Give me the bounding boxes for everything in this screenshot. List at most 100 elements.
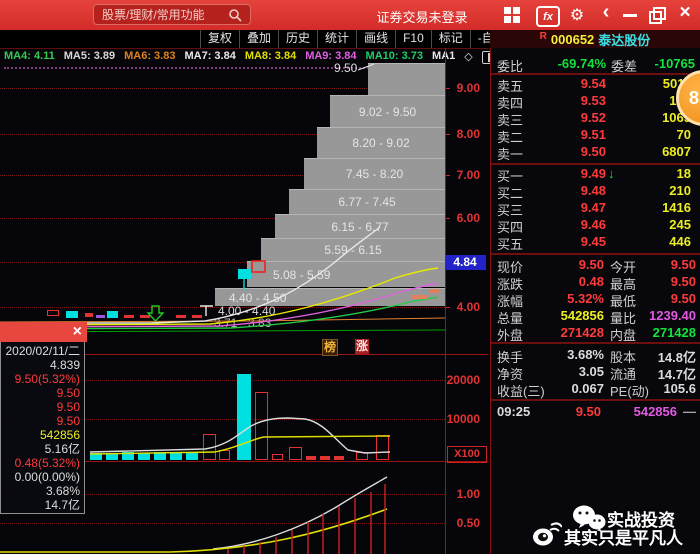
info-popup: × 2020/02/11/二 4.839 9.50(5.32%) 9.50 9.50 9.… <box>0 322 87 515</box>
stat-value: 271428 <box>560 325 604 340</box>
settings-gear-icon[interactable]: ⚙ <box>568 6 586 24</box>
axis-border <box>445 48 446 554</box>
volume-bar <box>90 453 102 460</box>
ask-price: 9.51 <box>580 127 606 142</box>
volume-bar <box>203 434 216 460</box>
weibi-value: -69.74% <box>557 56 606 71</box>
volume-bar <box>376 435 389 460</box>
search-placeholder: 股票/理财/常用功能 <box>102 8 205 22</box>
stat-row-5: 外盘 271428 内盘 271428 <box>491 325 700 343</box>
toolbar-button-1[interactable]: 复权 <box>200 30 239 48</box>
formula-fx-icon[interactable]: fx <box>536 6 560 27</box>
ask-row-2: 卖二 9.51 70 <box>491 127 700 145</box>
stat-value: 9.50 <box>578 257 604 272</box>
separator <box>491 342 700 344</box>
ind-axis-label: 0.50 <box>456 516 480 530</box>
ma-indicator-row: MA4: 4.11 MA5: 3.89 MA6: 3.83 MA7: 3.84 MA8:… <box>4 50 494 64</box>
volume-bar <box>255 392 268 460</box>
ticker-price: 9.50 <box>575 404 601 419</box>
badge-zhang[interactable]: 涨 <box>355 339 369 354</box>
mini-candle <box>107 311 118 318</box>
ask-price: 9.50 <box>580 144 606 159</box>
volume-bar <box>122 452 134 460</box>
ask-volume: 70 <box>676 127 691 142</box>
minimize-icon[interactable] <box>622 6 638 24</box>
stat-value: 0.067 <box>571 381 604 396</box>
volume-bar <box>306 456 316 460</box>
bid-volume: 18 <box>676 166 691 181</box>
stat-row-4: 总量 542856 量比 1239.40 <box>491 308 700 326</box>
stat-value: 5.32% <box>567 291 604 306</box>
stat-value: 9.50 <box>670 291 696 306</box>
ask-row-1: 卖一 9.50 6807 <box>491 144 700 162</box>
price-marker: 4.84 <box>444 255 486 270</box>
apps-grid-icon[interactable] <box>503 6 521 24</box>
ma-label-4: MA7: 3.84 <box>184 50 236 62</box>
volume-bar <box>170 453 182 460</box>
mini-candle <box>192 315 202 318</box>
mini-candle <box>66 311 78 318</box>
search-input[interactable]: 股票/理财/常用功能 <box>93 4 251 25</box>
popup-values: 2020/02/11/二 4.839 9.50(5.32%) 9.50 9.50 9.50… <box>0 342 85 514</box>
stock-name: 泰达股份 <box>598 32 651 48</box>
mini-candle <box>140 315 150 318</box>
ma-label-7: MA10: 3.73 <box>365 50 424 62</box>
down-arrow-marker-icon <box>146 305 165 323</box>
bid-row-5: 买五 9.45 446 <box>491 234 700 252</box>
bid-label: 买五 <box>497 237 524 252</box>
separator <box>491 73 700 75</box>
bid-volume: 210 <box>669 183 691 198</box>
toolbar-button-3[interactable]: 历史 <box>278 30 317 48</box>
collapse-chevron-icon[interactable]: ‹ <box>599 1 613 23</box>
bid-price: 9.45 <box>580 234 606 249</box>
stat-value: 105.6 <box>663 381 696 396</box>
ticker-volume: 542856 <box>633 404 677 419</box>
ladder-box-7: 5.59 - 6.15 <box>261 238 445 261</box>
ask-price: 9.52 <box>580 110 606 125</box>
stat-row-7: 净资 3.05 流通 14.7亿 <box>491 364 700 382</box>
weibi-row: 委比 -69.74% 委差 -10765 <box>491 56 700 74</box>
ask-row-4: 卖四9.53147 <box>491 93 700 111</box>
popup-header[interactable]: × <box>0 322 87 342</box>
popup-row-4: 9.50 <box>56 386 80 400</box>
floating-label-2: 3.71 - 3.83 <box>214 316 272 330</box>
popup-row-3: 9.50(5.32%) <box>14 372 80 386</box>
ticker-time: 09:25 <box>497 404 531 419</box>
stat-value: 3.05 <box>578 364 604 379</box>
ladder-box-5: 6.77 - 7.45 <box>289 189 445 214</box>
diamond-icon[interactable]: ◇ <box>464 50 472 63</box>
mini-candle <box>96 315 105 318</box>
vol-axis-label: 20000 <box>446 373 480 387</box>
ma-label-2: MA5: 3.89 <box>63 50 116 62</box>
ticker-dash: — <box>683 404 696 419</box>
badge-bang[interactable]: 榜 <box>322 339 338 356</box>
popup-row-9: 0.48(5.32%) <box>14 456 80 470</box>
toolbar-button-4[interactable]: 统计 <box>317 30 356 48</box>
app-window: 股票/理财/常用功能 证券交易未登录 fx ⚙ ‹ × 复权 叠加 历史 统计 画线 F1… <box>0 0 700 554</box>
ind-axis-label: 1.00 <box>456 487 480 501</box>
ask-price: 9.54 <box>580 76 606 91</box>
ind-gridline <box>0 523 445 524</box>
stat-value: 3.68% <box>567 347 604 362</box>
search-icon <box>229 8 242 22</box>
popup-close-button[interactable]: × <box>73 323 82 341</box>
toolbar-button-7[interactable]: 标记 <box>430 30 470 48</box>
close-icon[interactable]: × <box>676 2 694 23</box>
bid-row-4: 买四 9.46 245 <box>491 217 700 235</box>
separator <box>491 399 700 401</box>
stat-row-8: 收益(三) 0.067 PE(动) 105.6 <box>491 381 700 399</box>
weicha-value: -10765 <box>654 56 695 71</box>
popup-row-1: 2020/02/11/二 <box>5 344 80 358</box>
ladder-box-2: 9.02 - 9.50 <box>330 95 445 127</box>
toolbar-button-6[interactable]: F10 <box>395 30 431 48</box>
stock-header[interactable]: R 000652 泰达股份 <box>490 30 700 48</box>
login-status: 证券交易未登录 <box>376 10 468 25</box>
ma-label-3: MA6: 3.83 <box>124 50 176 62</box>
popup-row-10: 0.00(0.00%) <box>14 470 80 484</box>
watermark-weibo-text: 其实只是平凡人 <box>564 529 683 548</box>
toolbar-button-2[interactable]: 叠加 <box>239 30 278 48</box>
toolbar-button-5[interactable]: 画线 <box>356 30 395 48</box>
restore-window-icon[interactable] <box>649 6 666 24</box>
quote-panel: 委比-69.74%委差-10765卖五9.545011卖四9.53147卖三9.… <box>490 48 700 554</box>
separator <box>491 163 700 165</box>
